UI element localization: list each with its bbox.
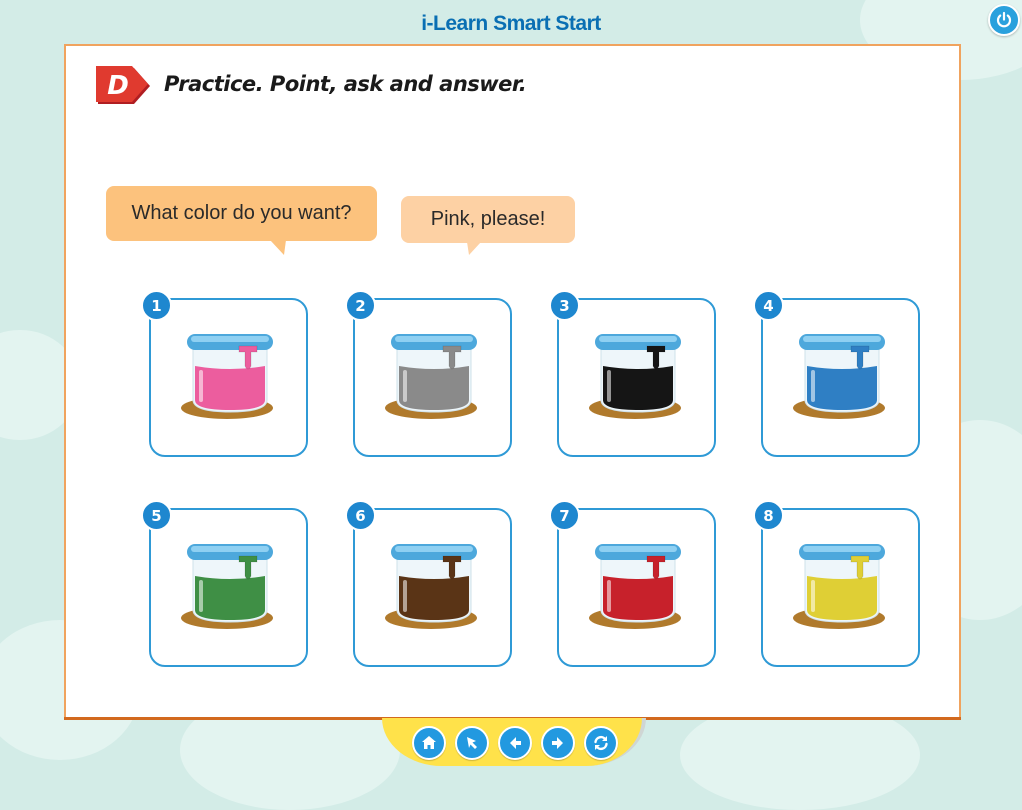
app-title: i-Learn Smart Start xyxy=(421,12,601,35)
paint-jar-icon xyxy=(793,334,885,419)
item-number-badge: 5 xyxy=(141,500,172,531)
paint-jar-icon xyxy=(181,544,273,629)
refresh-button[interactable] xyxy=(584,726,618,760)
item-number-badge: 7 xyxy=(549,500,580,531)
arrow-right-icon xyxy=(552,737,563,749)
refresh-icon xyxy=(594,735,608,751)
item-number-badge: 6 xyxy=(345,500,376,531)
paint-card[interactable]: 2 xyxy=(345,290,512,457)
paint-jar-icon xyxy=(181,334,273,419)
bubble-tail xyxy=(270,240,286,255)
navigation-bar xyxy=(382,718,646,766)
arrow-left-icon xyxy=(510,737,521,749)
item-number-badge: 3 xyxy=(549,290,580,321)
paint-card[interactable]: 1 xyxy=(141,290,308,457)
section-letter: D xyxy=(107,71,129,101)
power-icon xyxy=(996,11,1012,28)
item-number-badge: 1 xyxy=(141,290,172,321)
paint-card[interactable]: 7 xyxy=(549,500,716,667)
question-text: What color do you want? xyxy=(131,202,352,224)
item-number-badge: 4 xyxy=(753,290,784,321)
paint-jar-icon xyxy=(589,544,681,629)
exercise-page: D Practice. Point, ask and answer. What … xyxy=(64,44,961,720)
pointer-button[interactable] xyxy=(455,726,489,760)
paint-card[interactable]: 6 xyxy=(345,500,512,667)
power-button[interactable] xyxy=(988,4,1020,36)
home-button[interactable] xyxy=(412,726,446,760)
instruction-text: Practice. Point, ask and answer. xyxy=(164,72,527,96)
question-bubble: What color do you want? xyxy=(106,186,377,255)
paint-card[interactable]: 5 xyxy=(141,500,308,667)
previous-button[interactable] xyxy=(498,726,532,760)
paint-jar-icon xyxy=(793,544,885,629)
pointer-icon xyxy=(467,737,477,749)
item-number-badge: 2 xyxy=(345,290,376,321)
home-icon xyxy=(422,736,436,749)
paint-card[interactable]: 3 xyxy=(549,290,716,457)
paint-jar-icon xyxy=(385,334,477,419)
bubble-tail xyxy=(467,242,481,255)
next-button[interactable] xyxy=(541,726,575,760)
paint-card[interactable]: 4 xyxy=(753,290,920,457)
paint-jar-icon xyxy=(589,334,681,419)
section-badge: D xyxy=(94,66,154,110)
item-number-badge: 8 xyxy=(753,500,784,531)
paint-jar-icon xyxy=(385,544,477,629)
paint-card[interactable]: 8 xyxy=(753,500,920,667)
answer-text: Pink, please! xyxy=(430,208,546,230)
answer-bubble: Pink, please! xyxy=(401,196,575,255)
